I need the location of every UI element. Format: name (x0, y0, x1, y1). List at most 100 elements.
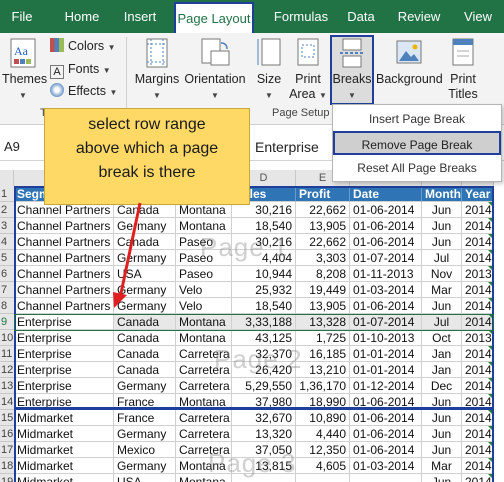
table-cell[interactable]: Germany (114, 458, 176, 474)
row-header[interactable]: 2 (0, 202, 14, 218)
table-cell[interactable]: Enterprise (14, 330, 114, 346)
table-cell[interactable]: 2014 (462, 298, 494, 314)
table-cell[interactable]: 18,540 (232, 298, 296, 314)
row-header[interactable]: 15 (0, 410, 14, 426)
table-cell[interactable] (296, 474, 350, 482)
tab-page-layout[interactable]: Page Layout (174, 2, 254, 33)
table-cell[interactable]: 2014 (462, 218, 494, 234)
row-header[interactable]: 1 (0, 186, 14, 202)
table-cell[interactable]: 16,185 (296, 346, 350, 362)
print-area-button[interactable]: Print Area ▼ (288, 37, 328, 103)
table-cell[interactable]: Velo (176, 298, 232, 314)
table-cell[interactable]: Jun (422, 234, 462, 250)
table-cell[interactable]: 2014 (462, 282, 494, 298)
table-cell[interactable]: Jun (422, 298, 462, 314)
table-cell[interactable]: Jan (422, 362, 462, 378)
table-cell[interactable]: Germany (114, 378, 176, 394)
themes-button[interactable]: Aa Themes ▼ (2, 37, 47, 103)
table-cell[interactable]: Dec (422, 378, 462, 394)
table-cell[interactable]: Canada (114, 362, 176, 378)
column-title-cell[interactable]: Date (350, 186, 422, 202)
table-cell[interactable]: 2014 (462, 474, 494, 482)
table-cell[interactable]: Channel Partners (14, 234, 114, 250)
row-header[interactable]: 19 (0, 474, 14, 482)
table-cell[interactable]: 1,725 (296, 330, 350, 346)
table-cell[interactable]: Enterprise (14, 346, 114, 362)
column-title-cell[interactable]: Month (422, 186, 462, 202)
table-cell[interactable]: Germany (114, 250, 176, 266)
table-cell[interactable]: Midmarket (14, 442, 114, 458)
table-cell[interactable]: 10,944 (232, 266, 296, 282)
table-cell[interactable]: Channel Partners (14, 218, 114, 234)
table-cell[interactable]: 2014 (462, 250, 494, 266)
table-cell[interactable]: 01-06-2014 (350, 410, 422, 426)
table-cell[interactable]: 01-03-2014 (350, 458, 422, 474)
table-cell[interactable]: 2014 (462, 346, 494, 362)
column-title-cell[interactable]: Profit (296, 186, 350, 202)
table-cell[interactable]: 2014 (462, 234, 494, 250)
row-header[interactable]: 8 (0, 298, 14, 314)
table-cell[interactable]: Channel Partners (14, 282, 114, 298)
effects-button[interactable]: Effects ▼ (50, 81, 117, 101)
table-cell[interactable]: 01-06-2014 (350, 298, 422, 314)
breaks-button[interactable]: Breaks ▼ (330, 37, 374, 103)
table-cell[interactable]: Carretera (176, 426, 232, 442)
table-cell[interactable]: 01-01-2014 (350, 362, 422, 378)
table-cell[interactable]: Enterprise (14, 314, 114, 330)
table-cell[interactable]: Jun (422, 218, 462, 234)
row-header[interactable]: 18 (0, 458, 14, 474)
table-cell[interactable]: Oct (422, 330, 462, 346)
row-header[interactable]: 9 (0, 314, 14, 330)
row-header[interactable]: 11 (0, 346, 14, 362)
table-cell[interactable]: 4,440 (296, 426, 350, 442)
table-cell[interactable]: Midmarket (14, 410, 114, 426)
table-cell[interactable]: Carretera (176, 378, 232, 394)
menu-insert-page-break[interactable]: Insert Page Break (333, 107, 501, 131)
table-cell[interactable]: 2014 (462, 362, 494, 378)
table-cell[interactable]: 4,605 (296, 458, 350, 474)
table-cell[interactable]: 01-07-2014 (350, 314, 422, 330)
background-button[interactable]: Background (376, 37, 443, 87)
margins-button[interactable]: Margins ▼ (132, 37, 182, 103)
table-cell[interactable]: 01-01-2014 (350, 346, 422, 362)
print-titles-button[interactable]: Print Titles (444, 37, 482, 102)
table-cell[interactable]: 32,670 (232, 410, 296, 426)
row-header[interactable]: 17 (0, 442, 14, 458)
tab-view[interactable]: View (458, 0, 498, 33)
table-cell[interactable]: 25,932 (232, 282, 296, 298)
table-cell[interactable]: 2014 (462, 314, 494, 330)
table-cell[interactable]: Germany (114, 218, 176, 234)
table-cell[interactable]: 01-07-2014 (350, 250, 422, 266)
column-title-cell[interactable]: Year (462, 186, 494, 202)
tab-formulas[interactable]: Formulas (266, 0, 336, 33)
table-cell[interactable]: 13,210 (296, 362, 350, 378)
orientation-button[interactable]: Orientation ▼ (183, 37, 247, 103)
table-cell[interactable]: Jun (422, 426, 462, 442)
table-cell[interactable]: 2013 (462, 330, 494, 346)
row-header[interactable]: 16 (0, 426, 14, 442)
table-cell[interactable]: Enterprise (14, 378, 114, 394)
table-cell[interactable]: Jan (422, 346, 462, 362)
table-cell[interactable]: Mar (422, 458, 462, 474)
table-cell[interactable]: Montana (176, 314, 232, 330)
table-cell[interactable]: France (114, 410, 176, 426)
table-cell[interactable]: 13,328 (296, 314, 350, 330)
table-cell[interactable]: 13,905 (296, 298, 350, 314)
table-cell[interactable]: 01-12-2014 (350, 378, 422, 394)
row-header[interactable]: 14 (0, 394, 14, 410)
select-all-corner[interactable] (0, 170, 14, 186)
row-header[interactable]: 5 (0, 250, 14, 266)
table-cell[interactable]: 1,36,170 (296, 378, 350, 394)
table-cell[interactable]: Channel Partners (14, 266, 114, 282)
table-cell[interactable]: 19,449 (296, 282, 350, 298)
table-cell[interactable]: Jul (422, 314, 462, 330)
table-cell[interactable]: Germany (114, 298, 176, 314)
table-cell[interactable]: Midmarket (14, 426, 114, 442)
table-cell[interactable]: 2014 (462, 442, 494, 458)
table-cell[interactable]: Enterprise (14, 362, 114, 378)
table-cell[interactable]: 01-06-2014 (350, 234, 422, 250)
table-cell[interactable]: Jun (422, 474, 462, 482)
table-cell[interactable]: 3,303 (296, 250, 350, 266)
row-header[interactable]: 4 (0, 234, 14, 250)
row-header[interactable]: 6 (0, 266, 14, 282)
